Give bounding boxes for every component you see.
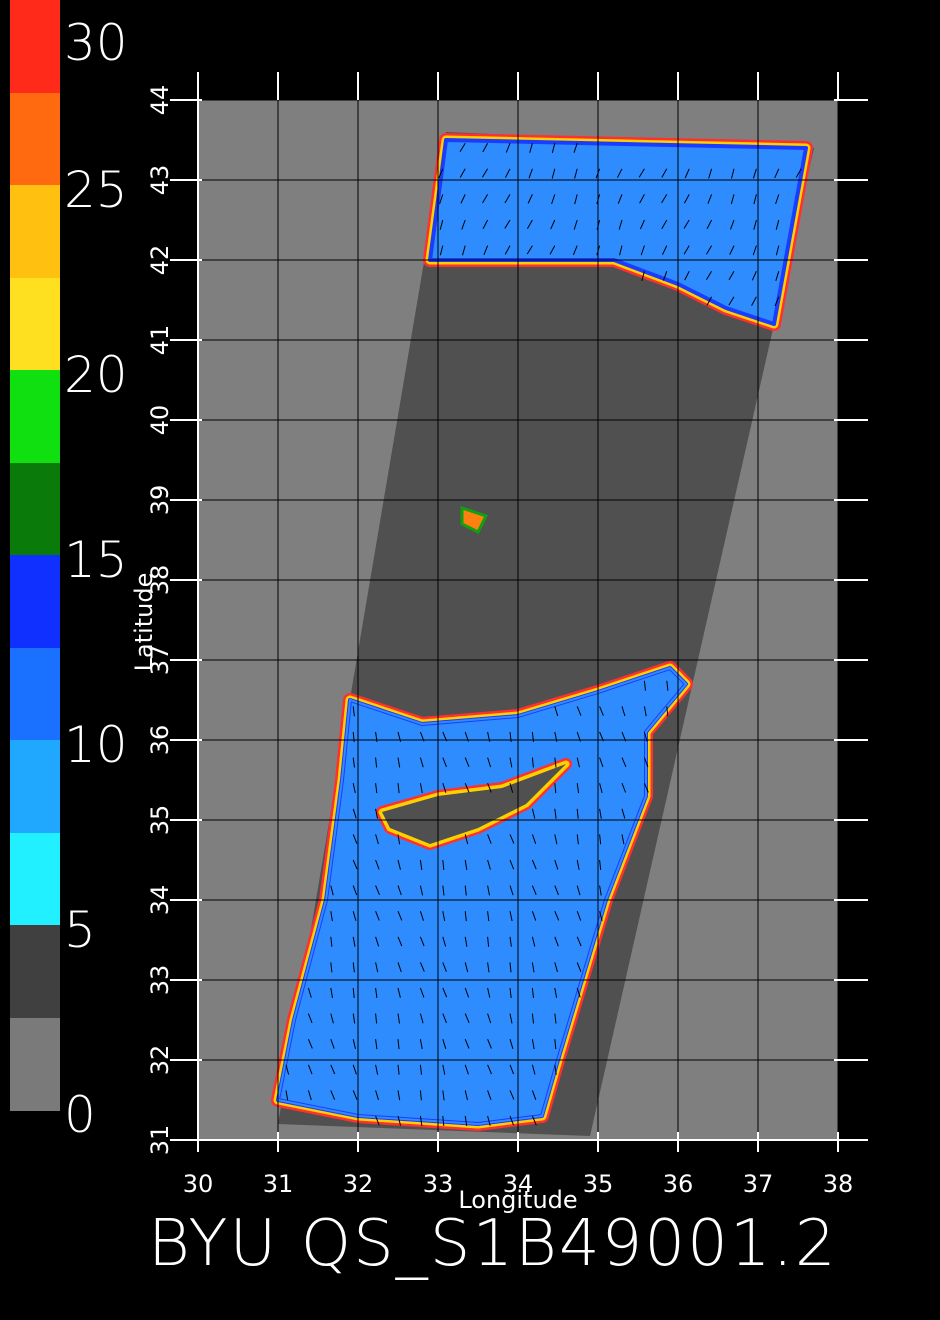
y-tick-label: 40 (146, 405, 174, 436)
y-tick-label: 32 (146, 1045, 174, 1076)
y-tick-label: 44 (146, 85, 174, 116)
y-tick-label: 41 (146, 325, 174, 356)
y-tick-label: 33 (146, 965, 174, 996)
x-tick-label: 36 (663, 1170, 694, 1198)
y-tick-label: 34 (146, 885, 174, 916)
y-tick-label: 35 (146, 805, 174, 836)
y-axis-label: Latitude (130, 573, 158, 672)
y-tick-label: 39 (146, 485, 174, 516)
y-tick-label: 43 (146, 165, 174, 196)
x-tick-label: 30 (183, 1170, 214, 1198)
y-tick-label: 36 (146, 725, 174, 756)
x-tick-label: 33 (423, 1170, 454, 1198)
y-tick-label: 42 (146, 245, 174, 276)
y-tick-label: 31 (146, 1125, 174, 1156)
wind-speed-map: 30 31 32 33 34 35 36 37 383132333435363738394041… (130, 72, 868, 1214)
product-id-caption: BYU QS_S1B49001.2 (148, 1207, 838, 1281)
x-tick-label: 37 (743, 1170, 774, 1198)
x-tick-label: 32 (343, 1170, 374, 1198)
x-tick-label: 35 (583, 1170, 614, 1198)
x-tick-label: 31 (263, 1170, 294, 1198)
x-tick-label: 38 (823, 1170, 854, 1198)
